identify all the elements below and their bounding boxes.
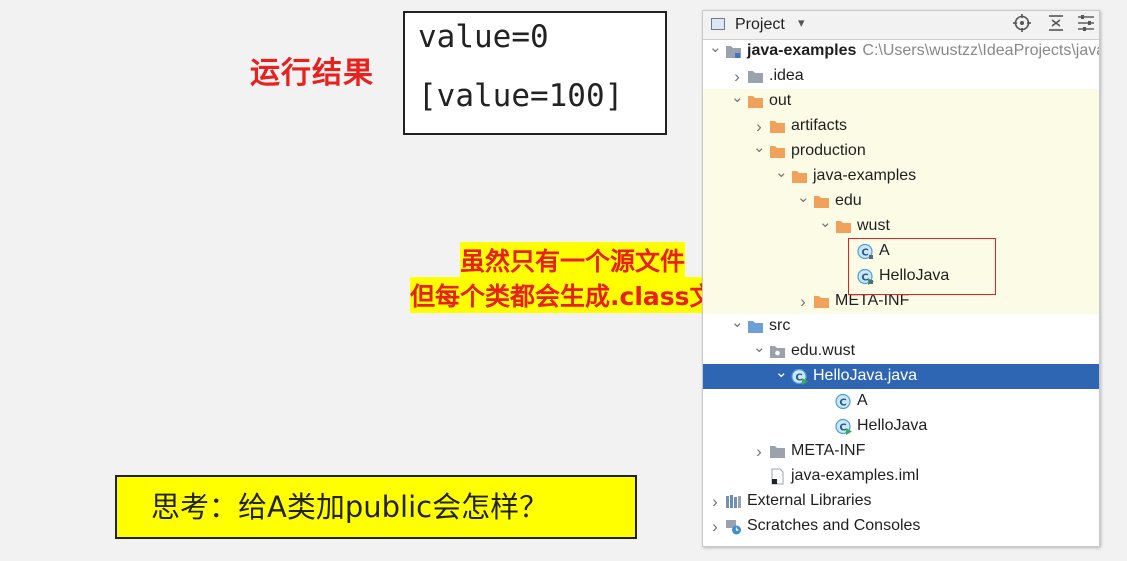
tree-row[interactable]: ⌄ edu [703, 189, 1099, 214]
class-run-icon: C [835, 418, 852, 435]
panel-header: Project ▾ [703, 11, 1099, 40]
folder-orange-icon [835, 218, 852, 235]
tree-item-label: A [857, 392, 868, 409]
package-icon [769, 343, 786, 360]
chevron-right-icon[interactable]: › [753, 114, 765, 139]
tree-item-label: wust [857, 217, 890, 234]
panel-title[interactable]: Project [735, 16, 785, 34]
tree-row[interactable]: ⌄ C HelloJava.java [703, 364, 1099, 389]
tree-item-label: .idea [769, 67, 804, 84]
tree-row[interactable]: ⌄ wust [703, 214, 1099, 239]
libraries-icon [725, 493, 742, 510]
tree-row[interactable]: › .idea [703, 64, 1099, 89]
svg-text:C: C [839, 397, 846, 408]
chevron-down-icon[interactable]: ⌄ [709, 39, 722, 64]
tree-row[interactable]: ⌄ out [703, 89, 1099, 114]
svg-text:C: C [839, 422, 846, 433]
tree-row[interactable]: C HelloJava [703, 414, 1099, 439]
tree-row[interactable]: ⌄ java-examples C:\Users\wustzz\IdeaProjec… [703, 39, 1099, 64]
scratches-icon [725, 518, 742, 535]
chevron-down-icon[interactable]: ⌄ [775, 164, 788, 189]
svg-text:C: C [795, 372, 802, 383]
tree-row[interactable]: CA [703, 389, 1099, 414]
folder-blue-icon [747, 318, 764, 335]
tree-item-label: External Libraries [747, 492, 872, 509]
tree-row[interactable]: ⌄ edu.wust [703, 339, 1099, 364]
tree-row[interactable]: › Scratches and Consoles [703, 514, 1099, 539]
tree-item-label: java-examples C:\Users\wustzz\IdeaProject… [747, 42, 1100, 60]
chevron-down-icon[interactable]: ⌄ [797, 189, 810, 214]
tree-item-label: java-examples.iml [791, 467, 920, 484]
annotation-note: 虽然只有一个源文件 [460, 242, 686, 278]
tree-item-label: out [769, 92, 792, 109]
chevron-right-icon[interactable]: › [753, 439, 765, 464]
java-run-class-icon: C [791, 368, 808, 385]
tree-row[interactable]: java-examples.iml [703, 464, 1099, 489]
chevron-right-icon[interactable]: › [709, 514, 721, 539]
chevron-down-icon[interactable]: ⌄ [753, 139, 766, 164]
chevron-down-icon[interactable]: ▾ [798, 15, 805, 31]
locate-icon[interactable] [1013, 14, 1031, 37]
tree-item-label: src [769, 317, 791, 334]
module-icon [725, 43, 742, 60]
folder-orange-icon [813, 193, 830, 210]
chevron-down-icon[interactable]: ⌄ [731, 89, 744, 114]
console-output: value=0 [value=100] [403, 11, 667, 135]
chevron-right-icon[interactable]: › [731, 64, 743, 89]
tree-row[interactable]: ⌄ src [703, 314, 1099, 339]
chevron-right-icon[interactable]: › [797, 289, 809, 314]
tree-row[interactable]: › META-INF [703, 439, 1099, 464]
highlight-box [848, 238, 996, 295]
run-result-label: 运行结果 [250, 56, 374, 91]
chevron-right-icon[interactable]: › [709, 489, 721, 514]
collapse-all-icon[interactable] [1047, 14, 1065, 37]
question-box: 思考：给A类加public会怎样？ [115, 475, 637, 539]
project-path: C:\Users\wustzz\IdeaProjects\java [862, 42, 1100, 59]
project-window-icon [711, 18, 725, 30]
chevron-down-icon[interactable]: ⌄ [731, 314, 744, 339]
tree-row[interactable]: › artifacts [703, 114, 1099, 139]
tree-item-label: HelloJava.java [813, 367, 918, 384]
chevron-down-icon[interactable]: ⌄ [775, 364, 788, 389]
tree-item-label: edu [835, 192, 862, 209]
folder-gray-icon [747, 68, 764, 85]
folder-orange-icon [813, 293, 830, 310]
tree-row[interactable]: ⌄ java-examples [703, 164, 1099, 189]
console-line: [value=100] [418, 78, 624, 114]
tree-item-label: META-INF [791, 442, 866, 459]
folder-gray-icon [769, 443, 786, 460]
tree-item-label: HelloJava [857, 417, 928, 434]
tree-item-label: edu.wust [791, 342, 856, 359]
class-icon: C [835, 393, 852, 410]
folder-orange-icon [791, 168, 808, 185]
folder-orange-icon [769, 143, 786, 160]
tree-item-label: java-examples [813, 167, 917, 184]
iml-file-icon [769, 468, 786, 485]
chevron-down-icon[interactable]: ⌄ [753, 339, 766, 364]
tree-item-label: artifacts [791, 117, 848, 134]
annotation-note: 但每个类都会生成.class文件 [410, 277, 740, 313]
tree-row[interactable]: › External Libraries [703, 489, 1099, 514]
folder-orange-icon [747, 93, 764, 110]
tree-item-label: Scratches and Consoles [747, 517, 921, 534]
tree-item-label: production [791, 142, 866, 159]
chevron-down-icon[interactable]: ⌄ [819, 214, 832, 239]
console-line: value=0 [418, 19, 549, 55]
settings-icon[interactable] [1077, 14, 1095, 37]
folder-orange-icon [769, 118, 786, 135]
tree-row[interactable]: ⌄ production [703, 139, 1099, 164]
